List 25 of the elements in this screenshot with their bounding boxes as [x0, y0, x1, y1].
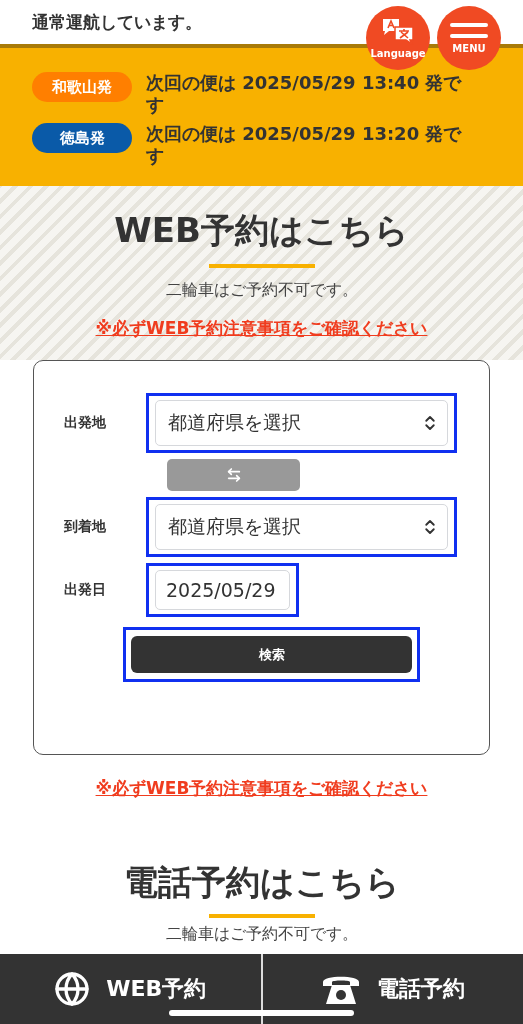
note-text: 二輪車はご予約不可です。 [165, 280, 358, 301]
port-badge: 和歌山発 [32, 72, 132, 102]
next-departure-text: 次回の便は 2025/05/29 13:40 発です [146, 72, 463, 116]
field-label: 到着地 [64, 518, 107, 536]
prefecture-select[interactable]: 都道府県を選択 [146, 393, 457, 453]
note-text: 二輪車はご予約不可です。 [165, 924, 358, 945]
globe-icon [54, 971, 91, 1007]
swap-icon [225, 467, 242, 483]
notice-link[interactable]: ※必ずWEB予約注意事項をご確認ください [95, 317, 428, 340]
date-field[interactable]: 2025/05/29 [146, 563, 299, 617]
section-title: WEB予約はこちら [114, 209, 409, 252]
port-badge: 徳島発 [32, 123, 132, 154]
menu-icon [450, 22, 488, 40]
notice-link[interactable]: ※必ずWEB予約注意事項をご確認ください [95, 777, 428, 800]
field-label: 出発地 [64, 414, 107, 432]
menu-button[interactable]: MENU [437, 6, 501, 70]
swap-button[interactable] [167, 459, 300, 491]
search-button[interactable]: 検索 [131, 636, 412, 673]
next-departure-text: 次回の便は 2025/05/29 13:20 発です [146, 123, 463, 167]
field-label: 出発日 [64, 581, 107, 599]
translate-icon [381, 17, 415, 45]
status-text: 通常運航しています。 [32, 10, 202, 34]
language-button[interactable]: Language [366, 6, 430, 70]
section-title: 電話予約はこちら [123, 861, 400, 904]
prefecture-select[interactable]: 都道府県を選択 [146, 497, 457, 557]
